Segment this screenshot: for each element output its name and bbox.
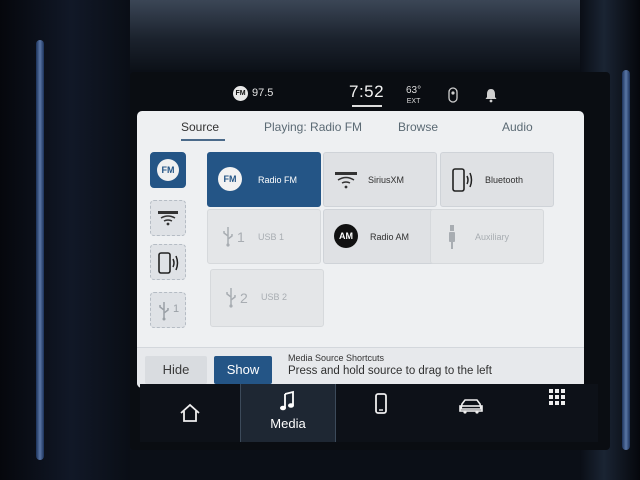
bluetooth-phone-icon <box>158 252 179 274</box>
source-usb-1[interactable]: 1 USB 1 <box>207 209 321 264</box>
tab-browse[interactable]: Browse <box>398 120 438 134</box>
chrome-trim-left <box>36 40 44 460</box>
source-bluetooth[interactable]: Bluetooth <box>440 152 554 207</box>
source-label: Bluetooth <box>485 175 524 185</box>
shortcut-fm[interactable]: FM <box>150 152 186 188</box>
music-note-icon <box>280 390 294 411</box>
source-label: Auxiliary <box>475 232 510 242</box>
usb-icon <box>159 302 169 321</box>
source-siriusxm[interactable]: SiriusXM <box>323 152 437 207</box>
chrome-trim-right <box>622 70 630 450</box>
shortcut-bluetooth[interactable] <box>150 244 186 280</box>
hide-button[interactable]: Hide <box>145 356 207 384</box>
bluetooth-phone-icon <box>452 168 473 192</box>
station-frequency: 97.5 <box>252 87 274 99</box>
show-button[interactable]: Show <box>214 356 272 384</box>
usb-icon <box>226 288 236 308</box>
nav-label: Media <box>270 416 306 431</box>
usb-number: 2 <box>240 290 248 306</box>
siriusxm-icon <box>158 211 178 226</box>
shortcut-title: Media Source Shortcuts <box>288 353 385 363</box>
nav-apps[interactable] <box>514 384 598 442</box>
fm-icon: FM <box>218 167 242 191</box>
source-radio-am[interactable]: AM Radio AM <box>323 209 437 264</box>
voice-icon[interactable] <box>445 87 461 103</box>
source-label: Radio AM <box>370 232 410 242</box>
nav-phone[interactable] <box>334 384 428 442</box>
source-radio-fm[interactable]: FM Radio FM <box>207 152 321 207</box>
source-label: USB 2 <box>261 292 288 302</box>
nav-vehicle[interactable] <box>428 384 514 442</box>
status-bar: FM 97.5 7:52 63° EXT <box>130 76 580 112</box>
source-label: Radio FM <box>258 175 298 185</box>
tab-bar: Source Playing: Radio FM Browse Audio <box>137 111 584 145</box>
tab-source[interactable]: Source <box>181 120 219 134</box>
bottom-nav: Media <box>140 384 598 442</box>
source-badge: FM <box>233 86 248 101</box>
usb-number: 1 <box>173 303 180 315</box>
nav-media[interactable]: Media <box>240 384 336 442</box>
vehicle-icon <box>459 399 483 414</box>
usb-icon <box>223 227 233 247</box>
fm-icon: FM <box>157 159 179 181</box>
nav-home[interactable] <box>140 384 240 442</box>
outside-temperature: 63° EXT <box>406 85 421 107</box>
clock: 7:52 <box>349 82 385 101</box>
dashboard-left-trim <box>0 0 130 480</box>
am-icon: AM <box>334 224 358 248</box>
shortcut-usb[interactable]: 1 <box>150 292 186 328</box>
tab-playing[interactable]: Playing: Radio FM <box>264 120 362 134</box>
active-tab-indicator <box>181 139 225 141</box>
shortcut-siriusxm[interactable] <box>150 200 186 236</box>
source-usb-2[interactable]: 2 USB 2 <box>210 269 324 327</box>
notification-bell-icon[interactable] <box>483 87 499 103</box>
clock-underline <box>352 105 382 107</box>
usb-number: 1 <box>237 229 245 245</box>
source-label: USB 1 <box>258 232 285 242</box>
apps-grid-icon <box>549 389 565 405</box>
siriusxm-icon <box>335 172 357 189</box>
phone-icon <box>375 393 387 414</box>
temperature-label: EXT <box>406 98 421 105</box>
home-icon <box>180 403 200 422</box>
aux-icon <box>449 225 455 249</box>
media-source-panel: Source Playing: Radio FM Browse Audio FM… <box>137 111 584 388</box>
source-label: SiriusXM <box>368 175 405 185</box>
shortcut-bar: Hide Show Media Source Shortcuts Press a… <box>137 347 584 388</box>
tab-audio[interactable]: Audio <box>502 120 533 134</box>
shortcut-hint: Press and hold source to drag to the lef… <box>288 365 492 377</box>
temperature-value: 63° <box>406 85 422 96</box>
source-auxiliary[interactable]: Auxiliary <box>430 209 544 264</box>
